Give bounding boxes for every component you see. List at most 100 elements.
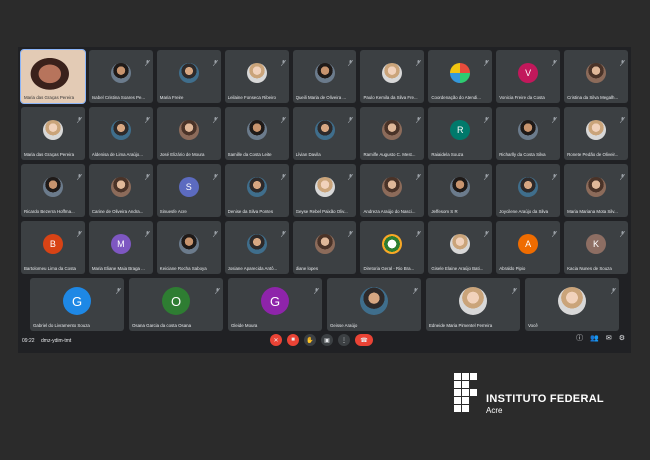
avatar-photo	[42, 177, 63, 198]
participant-name: Isabel Cristina Soares Pe...	[91, 95, 146, 100]
participant-tile[interactable]: Gisele Elaine Araújo Bati...	[428, 221, 493, 274]
participant-name: Leilaine Fonseca Ribeiro	[227, 95, 276, 100]
mic-muted-icon	[212, 53, 218, 67]
participant-tile[interactable]: Josiane Aparecida Antô...	[224, 221, 289, 274]
participant-name: Ramilfe Augusto C. Mest...	[363, 152, 416, 157]
participant-name: Lívian Davila	[295, 152, 321, 157]
participant-tile[interactable]: Lívian Davila	[292, 107, 357, 160]
info-icon[interactable]: ⓘ	[576, 335, 583, 342]
participant-tile[interactable]: S Sinuesfe Acre	[156, 164, 221, 217]
participant-tile[interactable]: Samille da Costa Leite	[224, 107, 289, 160]
self-view-tile[interactable]: Maria das Graças Pereira	[20, 49, 86, 104]
institution-title: INSTITUTO FEDERAL	[486, 393, 604, 405]
chat-icon[interactable]: ✉	[606, 335, 612, 342]
mic-muted-icon	[280, 167, 286, 181]
avatar-initial: A	[518, 234, 539, 255]
participant-tile[interactable]: Maria Mariana Mota Silv...	[564, 164, 629, 217]
avatar-photo	[450, 234, 471, 255]
avatar-initial: G	[63, 287, 91, 316]
participant-tile[interactable]: Queili Maria de Oliveira ...	[292, 50, 357, 103]
participant-name: Coordenação do Atendi...	[431, 95, 481, 100]
mic-muted-icon	[115, 281, 122, 295]
mic-muted-icon	[348, 167, 354, 181]
present-button[interactable]: ▣	[321, 334, 333, 346]
mic-muted-icon	[416, 224, 422, 238]
participant-tile[interactable]: Ronete Pedão de Oliveir...	[564, 107, 629, 160]
mic-muted-icon	[551, 110, 558, 124]
end-call-button[interactable]: ☎	[355, 334, 373, 346]
participant-tile[interactable]: Keiciane Rocha Saboya	[156, 221, 221, 274]
mic-muted-icon	[610, 281, 617, 295]
participant-tile[interactable]: R Raiaidela Souza	[428, 107, 493, 160]
avatar-initial: O	[162, 287, 190, 316]
mic-muted-icon	[484, 224, 490, 238]
participant-row: Maria das Graças Pereira Aldenisa de Lima…	[21, 107, 629, 160]
participant-tile[interactable]: diane lopes	[292, 221, 357, 274]
raise-hand-button[interactable]: ✋	[304, 334, 316, 346]
participant-tile[interactable]: Geyse Rebel Paixão Oliv...	[292, 164, 357, 217]
avatar-photo	[110, 63, 131, 84]
participant-tile[interactable]: Andreza Araújo do Nasci...	[360, 164, 425, 217]
participant-tile[interactable]: José Elizário de Moura	[156, 107, 221, 160]
participant-tile[interactable]: Richarlly da Costa Silva	[496, 107, 561, 160]
participant-tile[interactable]: Maria Freire	[156, 50, 221, 103]
participant-tile[interactable]: Edneide Maria Pimentel Ferreira	[426, 278, 520, 331]
participant-name: Raiaidela Souza	[431, 152, 464, 157]
participant-name: Gabriel do Livramento Souza	[33, 323, 90, 328]
participant-tile[interactable]: G Gleide Moura	[228, 278, 322, 331]
participant-tile[interactable]: Joycilene Araújo da Silva	[496, 164, 561, 217]
participant-tile[interactable]: Coordenação do Atendi...	[428, 50, 493, 103]
avatar-initial: M	[110, 234, 131, 255]
participant-tile[interactable]: Maria das Graças Pereira	[21, 107, 85, 160]
avatar-photo	[110, 177, 131, 198]
participant-tile[interactable]: K Kacia Nunes de Souza	[564, 221, 629, 274]
participant-tile[interactable]: M Maria Eliane Maia Braga ...	[88, 221, 153, 274]
avatar-photo	[459, 287, 487, 316]
avatar-photo	[450, 177, 471, 198]
participant-tile[interactable]: Carine de Oliveira Andra...	[88, 164, 153, 217]
participant-name: Ricardo Bezerra Hoffma...	[24, 209, 75, 214]
participant-tile[interactable]: Leilaine Fonseca Ribeiro	[224, 50, 289, 103]
participant-tile[interactable]: Você	[525, 278, 619, 331]
participant-tile[interactable]: Cristina da Silva Megalh...	[564, 50, 629, 103]
mic-muted-icon	[484, 53, 490, 67]
mic-muted-icon	[412, 281, 419, 295]
participant-name: Maria Mariana Mota Silv...	[567, 209, 618, 214]
mic-muted-icon	[511, 281, 518, 295]
participant-tile[interactable]: V Vonicia Freire da Costa	[496, 50, 561, 103]
institution-subtitle: Acre	[486, 406, 503, 415]
avatar-initial: V	[518, 63, 539, 84]
participant-row: B Bartolomeu Lima da Costa M Maria Eliane M…	[21, 221, 629, 274]
avatar-photo	[246, 120, 267, 141]
participant-name: Carine de Oliveira Andra...	[91, 209, 144, 214]
participant-tile[interactable]: Isabel Cristina Soares Pe...	[88, 50, 153, 103]
avatar-photo	[178, 120, 199, 141]
participant-tile[interactable]: Ricardo Bezerra Hoffma...	[21, 164, 85, 217]
participant-tile[interactable]: Diretoria Geral - Rio Bra...	[360, 221, 425, 274]
activities-icon[interactable]: ⚙	[619, 335, 625, 342]
mic-muted-icon	[551, 53, 558, 67]
camera-off-button[interactable]: ■	[287, 334, 299, 346]
participant-tile[interactable]: Jeffesom S R	[428, 164, 493, 217]
mic-muted-icon	[348, 53, 354, 67]
participant-tile[interactable]: Geisse Araújo	[327, 278, 421, 331]
people-icon[interactable]: 👥	[590, 335, 599, 342]
participant-tile[interactable]: A Abraldo Pipio	[496, 221, 561, 274]
participant-tile[interactable]: G Gabriel do Livramento Souza	[30, 278, 124, 331]
more-options-button[interactable]: ⋮	[338, 334, 350, 346]
meeting-code: dmz-ydim-tmt	[41, 338, 72, 344]
participant-tile[interactable]: B Bartolomeu Lima da Costa	[21, 221, 85, 274]
participant-tile[interactable]: Paulo Kemila da Silva Fre...	[360, 50, 425, 103]
mic-muted-icon	[144, 110, 151, 124]
mic-muted-icon	[551, 167, 558, 181]
avatar-photo	[42, 120, 63, 141]
avatar-photo	[178, 63, 199, 84]
mic-off-button[interactable]: ✕	[270, 334, 282, 346]
participant-tile[interactable]: Aldenisa de Lima Araújo...	[88, 107, 153, 160]
participant-tile[interactable]: Ramilfe Augusto C. Mest...	[360, 107, 425, 160]
avatar-photo	[314, 177, 335, 198]
participant-tile[interactable]: O Osana Garcia da costa Osana	[129, 278, 223, 331]
mic-muted-icon	[144, 53, 151, 67]
participant-tile[interactable]: Denise da Silva Pontes	[224, 164, 289, 217]
call-controls: ✕ ■ ✋ ▣ ⋮ ☎	[270, 334, 373, 346]
